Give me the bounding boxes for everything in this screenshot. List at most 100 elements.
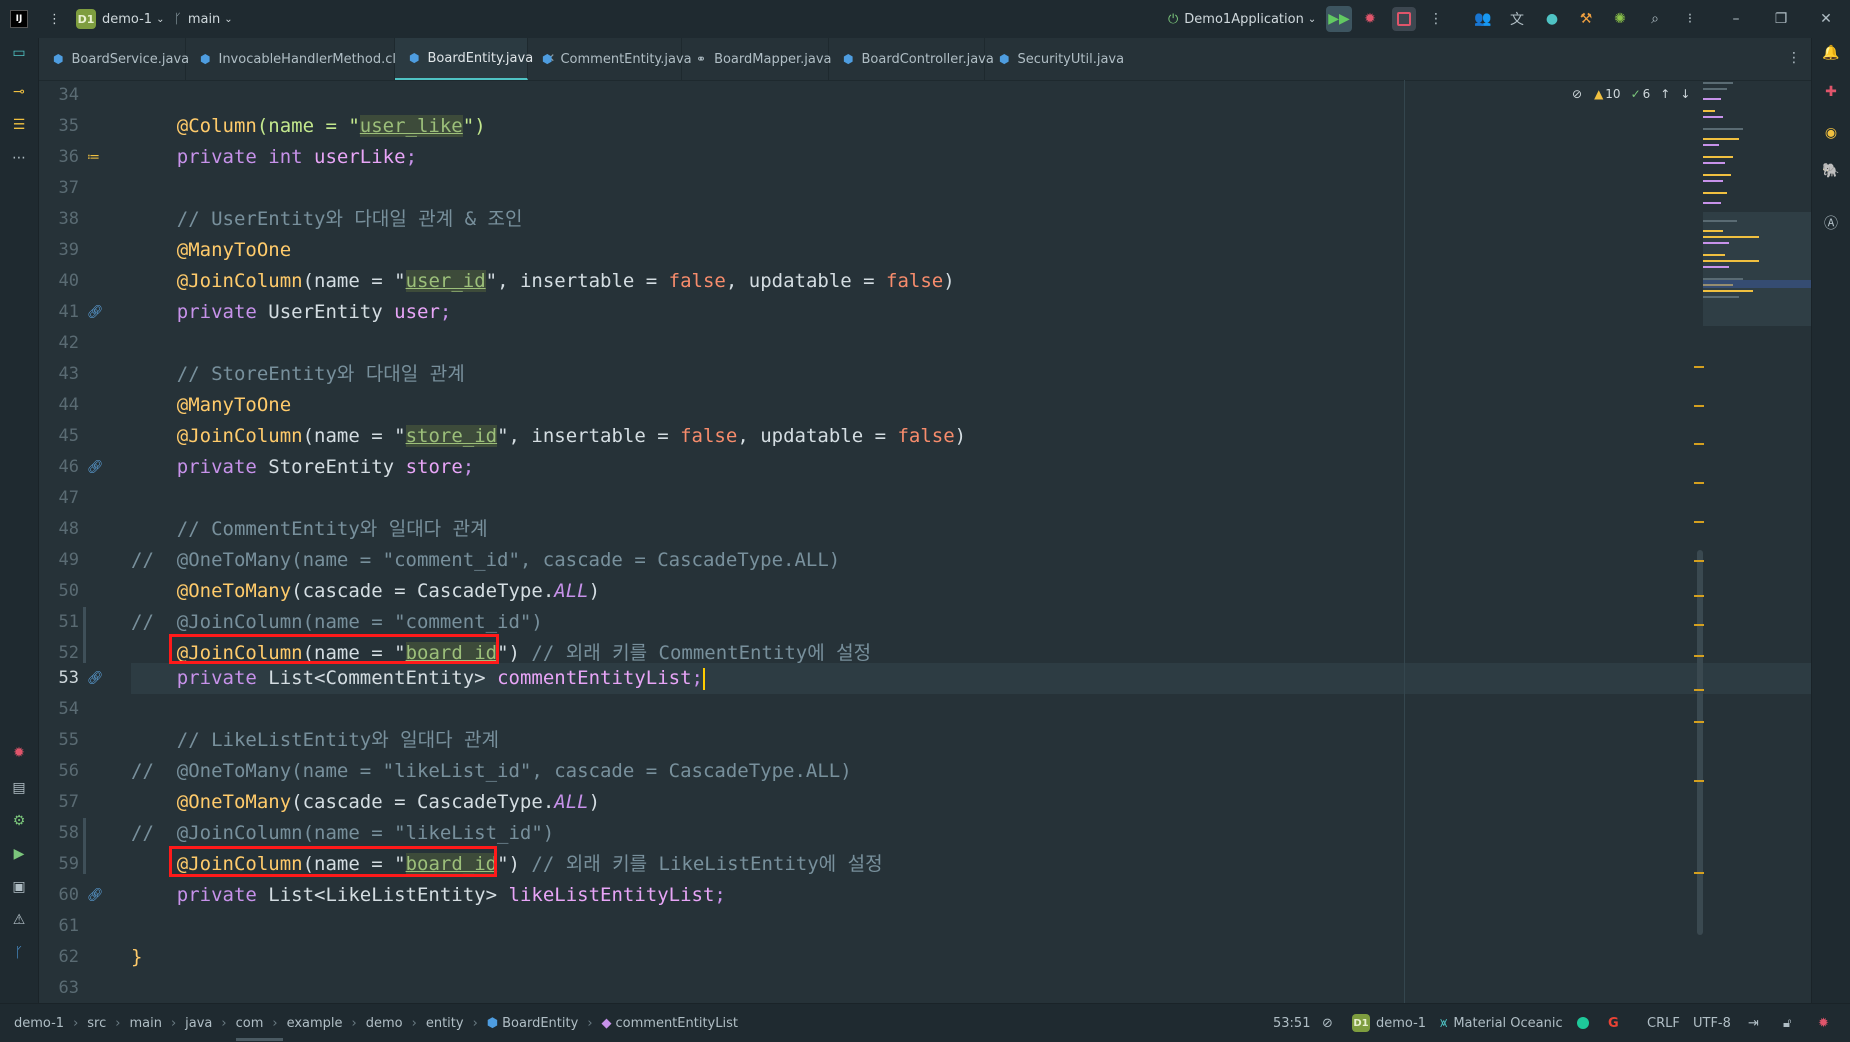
breadcrumb-item[interactable]: com [236,1016,264,1031]
rerun-icon[interactable]: ▶▶ [1326,6,1352,32]
link-icon[interactable]: 🔗︎ [87,880,105,911]
minimize-icon[interactable]: – [1726,9,1746,29]
chevron-right-icon: › [170,1015,177,1031]
stop-button[interactable] [1392,7,1416,31]
error-stripe-mark[interactable] [1694,366,1704,368]
minimap-line [1703,144,1719,146]
module-selector[interactable]: D1 demo-1 [1352,1004,1426,1042]
type-name: StoreEntity [268,456,406,478]
code-vision-icon[interactable]: ⊘ [1322,1004,1333,1042]
line-ending[interactable]: CRLF [1647,1004,1680,1042]
main-menu-icon[interactable]: ⋮ [48,0,61,38]
error-stripe-mark[interactable] [1694,872,1704,874]
error-stripe-mark[interactable] [1694,521,1704,523]
notifications-icon[interactable]: 🔔 [1821,43,1841,63]
change-marker[interactable] [83,818,86,874]
error-stripe-mark[interactable] [1694,482,1704,484]
chevron-right-icon: › [115,1015,121,1031]
error-stripe-mark[interactable] [1694,405,1704,407]
translate-icon[interactable]: 文 [1507,9,1527,29]
breadcrumb-item[interactable]: BoardEntity [502,1016,578,1031]
minimap-line [1703,230,1723,232]
breadcrumb-item[interactable]: example [287,1016,343,1031]
minimap-line [1703,88,1727,90]
debug-icon[interactable]: ✹ [1360,9,1380,29]
bug-report-icon[interactable]: ✹ [1818,1004,1829,1042]
structure-icon[interactable]: ☰ [9,115,29,135]
problems-icon[interactable]: ⚠ [9,910,29,930]
tab-comment-entity[interactable]: ⬢ CommentEntity.java [528,38,692,80]
tab-board-controller[interactable]: ⬢ BoardController.java [829,38,994,80]
run-icon[interactable]: ▶ [9,844,29,864]
comment: // UserEntity와 다대일 관계 & 조인 [176,208,523,230]
minimap[interactable] [1703,80,1811,330]
error-stripe-mark[interactable] [1694,560,1704,562]
settings-update-icon[interactable]: ⁝ [1680,9,1700,29]
change-marker[interactable] [83,607,86,663]
breadcrumb-item[interactable]: commentEntityList [616,1016,738,1031]
minimap-line [1703,128,1743,130]
caret-position[interactable]: 53:51 [1273,1004,1310,1042]
minimap-line [1703,192,1727,194]
plugin-icon[interactable]: ✚ [1821,82,1841,102]
ai-icon[interactable]: Ⓐ [1821,213,1841,233]
breadcrumb-item[interactable]: main [129,1016,161,1031]
project-selector[interactable]: D1 demo-1 ⌄ [76,0,164,38]
google-icon[interactable]: G [1608,1004,1619,1042]
gradle-icon[interactable]: 🐘 [1821,161,1841,181]
tab-board-mapper[interactable]: ⚭ BoardMapper.java [682,38,831,80]
error-stripe-mark[interactable] [1694,624,1704,626]
lock-icon[interactable]: 🔓︎ [1783,1004,1791,1042]
vertical-scrollbar[interactable] [1697,550,1703,935]
breadcrumb-item[interactable]: src [87,1016,106,1031]
terminal-icon[interactable]: ▣ [9,877,29,897]
branch-selector[interactable]: ᚴ main ⌄ [174,0,233,38]
restore-icon[interactable]: ❐ [1771,9,1791,29]
copilot-icon[interactable]: ● [1542,9,1562,29]
error-stripe-mark[interactable] [1694,443,1704,445]
error-stripe-mark[interactable] [1694,780,1704,782]
app-logo[interactable]: IJ [10,0,28,38]
database-tool-icon[interactable]: ◉ [1821,123,1841,143]
link-icon[interactable]: 🔗︎ [87,297,105,328]
minimap-line [1703,296,1739,298]
error-stripe-mark[interactable] [1694,721,1704,723]
error-stripe-mark[interactable] [1694,689,1704,691]
status-indicator[interactable] [1577,1004,1589,1042]
highlight-box-board-id-likelist [169,846,497,877]
minimap-selection [1703,280,1811,288]
more-actions-icon[interactable]: ⋮ [1426,9,1446,29]
theme-selector[interactable]: ⩙ Material Oceanic [1440,1004,1563,1042]
breadcrumb-item[interactable]: entity [426,1016,464,1031]
search-icon[interactable]: ⌕ [1645,9,1665,29]
tab-options-icon[interactable]: ⋮ [1787,50,1801,66]
close-window-icon[interactable]: ✕ [1816,9,1836,29]
git-icon[interactable]: ᚴ [9,943,29,963]
run-config-selector[interactable]: ⏻ Demo1Application ⌄ [1168,0,1316,38]
breadcrumb-item[interactable]: demo [366,1016,403,1031]
database-icon[interactable]: ▤ [9,778,29,798]
implemented-icon[interactable]: ≔ [87,142,105,173]
more-tools-icon[interactable]: ⋯ [9,148,29,168]
project-view-icon[interactable]: ▭ [9,43,29,63]
services-icon[interactable]: ⚙ [9,811,29,831]
file-encoding[interactable]: UTF-8 [1693,1004,1731,1042]
link-icon[interactable]: 🔗︎ [87,452,105,483]
link-icon[interactable]: 🔗︎ [87,663,105,694]
error-stripe-mark[interactable] [1694,595,1704,597]
build-icon[interactable]: ⚒ [1576,9,1596,29]
tab-invocable-handler-method[interactable]: ⬢ InvocableHandlerMethod.class [186,38,418,80]
bug-icon[interactable]: ✹ [9,743,29,763]
tab-board-service[interactable]: ⬢ BoardService.java [39,38,189,80]
minimap-line [1703,290,1753,292]
code-with-me-icon[interactable]: 👥 [1473,9,1493,29]
breadcrumb-item[interactable]: java [185,1016,212,1031]
indent-icon[interactable]: ⇥ [1748,1004,1759,1042]
tab-security-util[interactable]: ⬢ SecurityUtil.java [985,38,1124,80]
code-line-39: @ManyToOne [131,235,291,266]
ai-assistant-icon[interactable]: ✺ [1610,9,1630,29]
error-stripe-mark[interactable] [1694,655,1704,657]
commit-icon[interactable]: ⊸ [9,82,29,102]
tab-board-entity[interactable]: ⬢ BoardEntity.java ✕ [395,38,555,80]
breadcrumb-item[interactable]: demo-1 [14,1016,64,1031]
